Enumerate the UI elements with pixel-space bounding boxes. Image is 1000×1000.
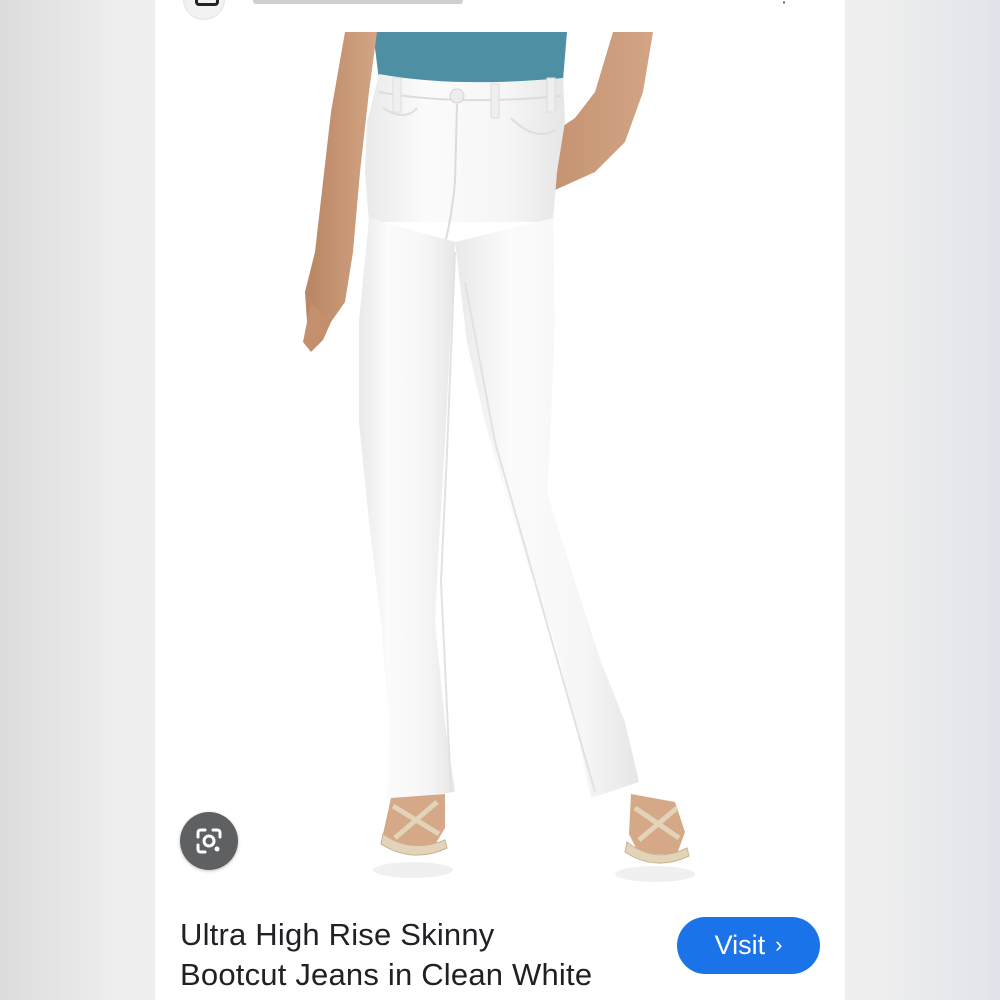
source-name-cropped bbox=[253, 0, 463, 4]
more-options-icon[interactable]: ⋮ bbox=[775, 0, 805, 5]
jeans-model-illustration bbox=[303, 32, 695, 882]
google-lens-icon bbox=[196, 828, 222, 854]
product-photo[interactable] bbox=[155, 22, 845, 900]
chevron-right-icon: › bbox=[775, 931, 783, 957]
product-title-line-1: Ultra High Rise Skinny bbox=[180, 917, 495, 952]
jeans-right-leg bbox=[455, 218, 639, 798]
google-lens-button[interactable] bbox=[180, 812, 238, 870]
product-title[interactable]: Ultra High Rise Skinny Bootcut Jeans in … bbox=[180, 915, 660, 995]
visit-label: Visit bbox=[714, 930, 766, 960]
product-title-line-2: Bootcut Jeans in Clean White bbox=[180, 957, 593, 992]
jeans-left-leg bbox=[359, 218, 455, 800]
source-favicon-icon[interactable] bbox=[183, 0, 225, 20]
image-result-card[interactable]: ⋮ bbox=[155, 0, 845, 1000]
visit-button[interactable]: Visit › bbox=[677, 917, 820, 974]
